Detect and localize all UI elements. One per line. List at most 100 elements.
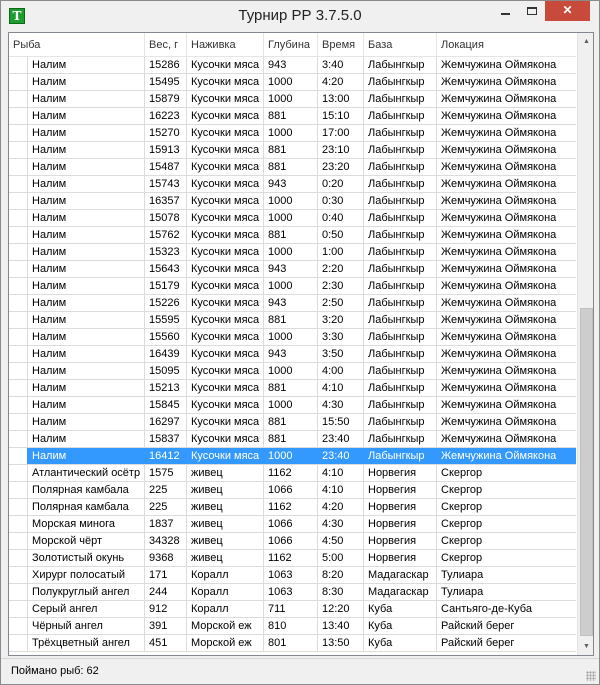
cell-fish: Налим — [28, 57, 145, 73]
cell-bait: Кусочки мяса — [187, 329, 264, 345]
cell-weight: 15286 — [145, 57, 187, 73]
title-bar[interactable]: T Турнир РР 3.7.5.0 ✕ — [1, 1, 599, 31]
table-row[interactable]: Налим 15845 Кусочки мяса 1000 4:30 Лабынгкыр Ж… — [9, 397, 576, 414]
table-row[interactable]: Морская минога 1837 живец 1066 4:30 Норвегия С… — [9, 516, 576, 533]
table-row[interactable]: Налим 15643 Кусочки мяса 943 2:20 Лабынгкыр Же… — [9, 261, 576, 278]
table-row[interactable]: Полукруглый ангел 244 Коралл 1063 8:30 Мадага… — [9, 584, 576, 601]
table-row[interactable]: Налим 15913 Кусочки мяса 881 23:10 Лабынгкыр Ж… — [9, 142, 576, 159]
row-indent — [9, 312, 28, 328]
table-row[interactable]: Морской чёрт 34328 живец 1066 4:50 Норвегия Ск… — [9, 533, 576, 550]
cell-fish: Налим — [28, 244, 145, 260]
cell-depth: 1066 — [264, 482, 318, 498]
cell-base: Лабынгкыр — [364, 346, 437, 362]
table-row[interactable]: Налим 15837 Кусочки мяса 881 23:40 Лабынгкыр Ж… — [9, 431, 576, 448]
cell-weight: 15913 — [145, 142, 187, 158]
cell-location: Скергор — [441, 501, 483, 513]
table-row[interactable]: Налим 16412 Кусочки мяса 1000 23:40 Лабынгкыр… — [9, 448, 576, 465]
table-row[interactable]: Налим 15560 Кусочки мяса 1000 3:30 Лабынгкыр Ж… — [9, 329, 576, 346]
cell-fish: Налим — [28, 210, 145, 226]
cell-fish: Трёхцветный ангел — [28, 635, 145, 651]
table-row[interactable]: Налим 15270 Кусочки мяса 1000 17:00 Лабынгкыр… — [9, 125, 576, 142]
cell-depth: 1000 — [264, 448, 318, 464]
cell-weight: 912 — [145, 601, 187, 617]
table-row[interactable]: Трёхцветный ангел 451 Морской еж 801 13:50 Ку… — [9, 635, 576, 652]
table-row[interactable]: Налим 16439 Кусочки мяса 943 3:50 Лабынгкыр Же… — [9, 346, 576, 363]
cell-fish: Налим — [28, 363, 145, 379]
cell-location: Жемчужина Оймякона — [441, 144, 557, 156]
cell-fish: Налим — [28, 346, 145, 362]
maximize-button[interactable] — [519, 1, 545, 21]
minimize-button[interactable] — [492, 1, 519, 21]
minimize-icon — [501, 13, 510, 15]
table-row[interactable]: Чёрный ангел 391 Морской еж 810 13:40 Куба Рай… — [9, 618, 576, 635]
table-row[interactable]: Налим 15286 Кусочки мяса 943 3:40 Лабынгкыр Же… — [9, 57, 576, 74]
table-row[interactable]: Налим 15323 Кусочки мяса 1000 1:00 Лабынгкыр Ж… — [9, 244, 576, 261]
cell-bait: Кусочки мяса — [187, 312, 264, 328]
column-header-time[interactable]: Время — [318, 33, 364, 57]
cell-weight: 225 — [145, 482, 187, 498]
scroll-thumb[interactable] — [580, 308, 593, 636]
table-row[interactable]: Налим 15226 Кусочки мяса 943 2:50 Лабынгкыр Же… — [9, 295, 576, 312]
table-row[interactable]: Серый ангел 912 Коралл 711 12:20 Куба Сантьяго… — [9, 601, 576, 618]
column-header-bait[interactable]: Наживка — [187, 33, 264, 57]
cell-weight: 451 — [145, 635, 187, 651]
cell-base: Лабынгкыр — [364, 176, 437, 192]
cell-fish: Полярная камбала — [28, 482, 145, 498]
cell-depth: 1162 — [264, 465, 318, 481]
cell-bait: Кусочки мяса — [187, 363, 264, 379]
table-row[interactable]: Полярная камбала 225 живец 1162 4:20 Норвегия… — [9, 499, 576, 516]
cell-base: Лабынгкыр — [364, 244, 437, 260]
table-row[interactable]: Налим 15179 Кусочки мяса 1000 2:30 Лабынгкыр Ж… — [9, 278, 576, 295]
vertical-scrollbar[interactable]: ▲ ▼ — [577, 33, 593, 655]
cell-weight: 15226 — [145, 295, 187, 311]
resize-grip-icon[interactable] — [586, 671, 596, 681]
table-row[interactable]: Налим 15743 Кусочки мяса 943 0:20 Лабынгкыр Же… — [9, 176, 576, 193]
cell-base: Лабынгкыр — [364, 431, 437, 447]
table-row[interactable]: Налим 15213 Кусочки мяса 881 4:10 Лабынгкыр Же… — [9, 380, 576, 397]
column-header-fish[interactable]: Рыба — [9, 33, 145, 57]
cell-time: 3:40 — [318, 57, 364, 73]
cell-time: 3:20 — [318, 312, 364, 328]
table-row[interactable]: Атлантический осётр 1575 живец 1162 4:10 Норв… — [9, 465, 576, 482]
cell-base: Лабынгкыр — [364, 108, 437, 124]
scroll-down-icon[interactable]: ▼ — [578, 638, 593, 655]
cell-base: Лабынгкыр — [364, 414, 437, 430]
column-header-location[interactable]: Локация — [437, 33, 576, 57]
cell-weight: 16357 — [145, 193, 187, 209]
cell-depth: 881 — [264, 142, 318, 158]
cell-depth: 943 — [264, 261, 318, 277]
cell-weight: 15495 — [145, 74, 187, 90]
table-row[interactable]: Налим 16297 Кусочки мяса 881 15:50 Лабынгкыр Ж… — [9, 414, 576, 431]
table-row[interactable]: Налим 15762 Кусочки мяса 881 0:50 Лабынгкыр Же… — [9, 227, 576, 244]
cell-bait: Кусочки мяса — [187, 176, 264, 192]
cell-depth: 881 — [264, 431, 318, 447]
cell-bait: Кусочки мяса — [187, 346, 264, 362]
table-row[interactable]: Золотистый окунь 9368 живец 1162 5:00 Норвеги… — [9, 550, 576, 567]
cell-location: Райский берег — [441, 637, 515, 649]
row-indent — [9, 618, 28, 634]
table-row[interactable]: Хирург полосатый 171 Коралл 1063 8:20 Мадагас… — [9, 567, 576, 584]
cell-bait: Коралл — [187, 601, 264, 617]
cell-base: Куба — [364, 635, 437, 651]
table-row[interactable]: Налим 15879 Кусочки мяса 1000 13:00 Лабынгкыр… — [9, 91, 576, 108]
table-row[interactable]: Налим 15595 Кусочки мяса 881 3:20 Лабынгкыр Же… — [9, 312, 576, 329]
catch-list[interactable]: Рыба Вес, г Наживка Глубина Время База Л… — [8, 32, 594, 656]
cell-fish: Налим — [28, 108, 145, 124]
table-row[interactable]: Налим 15095 Кусочки мяса 1000 4:00 Лабынгкыр Ж… — [9, 363, 576, 380]
column-header-weight[interactable]: Вес, г — [145, 33, 187, 57]
cell-location: Жемчужина Оймякона — [441, 229, 557, 241]
cell-weight: 171 — [145, 567, 187, 583]
cell-depth: 881 — [264, 312, 318, 328]
table-row[interactable]: Налим 16357 Кусочки мяса 1000 0:30 Лабынгкыр Ж… — [9, 193, 576, 210]
cell-time: 2:50 — [318, 295, 364, 311]
table-row[interactable]: Налим 15078 Кусочки мяса 1000 0:40 Лабынгкыр Ж… — [9, 210, 576, 227]
table-row[interactable]: Налим 15487 Кусочки мяса 881 23:20 Лабынгкыр Ж… — [9, 159, 576, 176]
table-row[interactable]: Налим 16223 Кусочки мяса 881 15:10 Лабынгкыр Ж… — [9, 108, 576, 125]
table-row[interactable]: Налим 15495 Кусочки мяса 1000 4:20 Лабынгкыр Ж… — [9, 74, 576, 91]
column-header-depth[interactable]: Глубина — [264, 33, 318, 57]
cell-fish: Морская минога — [28, 516, 145, 532]
table-row[interactable]: Полярная камбала 225 живец 1066 4:10 Норвегия… — [9, 482, 576, 499]
column-header-base[interactable]: База — [364, 33, 437, 57]
close-button[interactable]: ✕ — [545, 1, 590, 21]
scroll-up-icon[interactable]: ▲ — [578, 33, 593, 50]
